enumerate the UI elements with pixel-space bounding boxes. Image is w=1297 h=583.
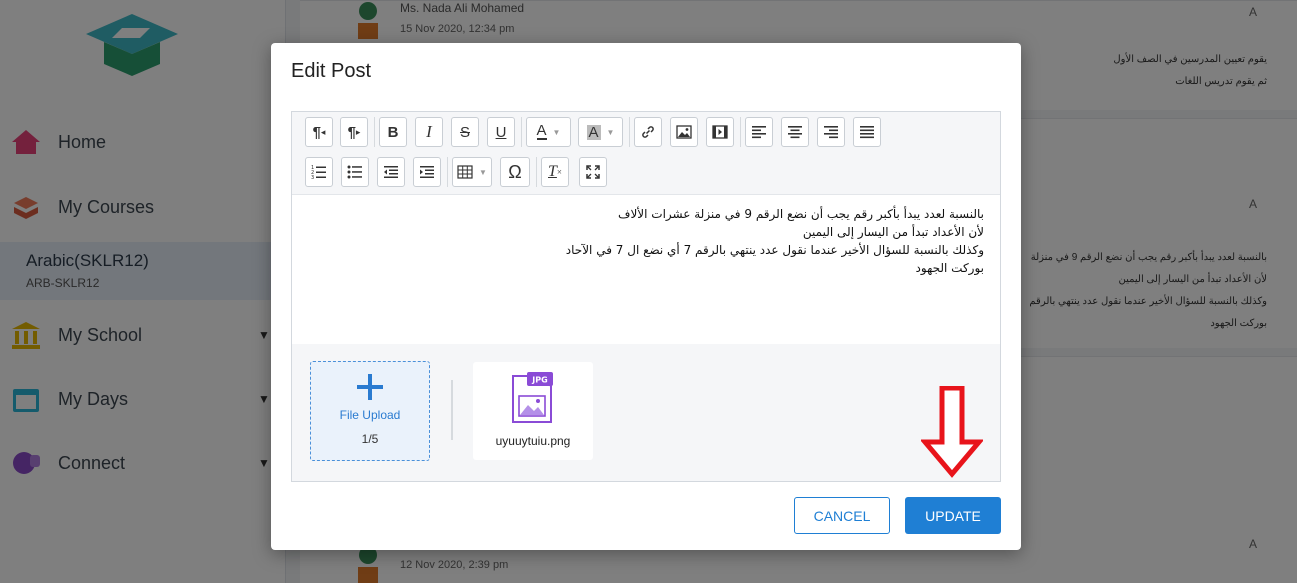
dropdown-caret-icon: ▼: [552, 127, 561, 137]
toolbar-separator: [521, 117, 522, 147]
file-upload-button[interactable]: File Upload 1/5: [310, 361, 430, 461]
toolbar-separator: [536, 157, 537, 187]
dropdown-caret-icon: ▼: [606, 127, 615, 137]
font-color-button[interactable]: A ▼: [526, 117, 571, 147]
toolbar-separator: [629, 117, 630, 147]
editor-toolbar: ¶ ◂ ¶ ▸ B I S U A ▼ A ▼ 1 2 3 ▼ Ω T ×: [292, 112, 1000, 195]
video-icon: [712, 125, 728, 139]
clear-format-icon: T: [548, 163, 557, 180]
align-center-button[interactable]: [781, 117, 809, 147]
italic-button[interactable]: I: [415, 117, 443, 147]
file-type-badge: JPG: [531, 376, 547, 385]
ordered-list-icon: 1 2 3: [311, 165, 326, 180]
underline-icon: U: [495, 123, 507, 141]
file-upload-label: File Upload: [339, 408, 401, 422]
update-button[interactable]: UPDATE: [905, 497, 1001, 534]
insert-table-button[interactable]: ▼: [452, 157, 492, 187]
rtl-paragraph-icon: ¶: [347, 123, 356, 141]
image-file-icon: JPG: [512, 372, 553, 423]
strikethrough-button[interactable]: S: [451, 117, 479, 147]
link-icon: [642, 126, 654, 138]
toolbar-separator: [447, 157, 448, 187]
toolbar-separator: [740, 117, 741, 147]
unordered-list-button[interactable]: [341, 157, 369, 187]
align-justify-button[interactable]: [853, 117, 881, 147]
ltr-paragraph-icon: ¶: [312, 123, 321, 141]
fullscreen-button[interactable]: [579, 157, 607, 187]
rich-text-editor: ¶ ◂ ¶ ▸ B I S U A ▼ A ▼ 1 2 3 ▼ Ω T × با…: [291, 111, 1001, 482]
editor-content-area[interactable]: بالنسبة لعدد يبدأ بأكبر رقم يجب أن نضع ا…: [292, 196, 1000, 344]
font-color-icon: A: [536, 122, 547, 140]
align-left-button[interactable]: [745, 117, 773, 147]
attached-file-name: uyuuytuiu.png: [495, 434, 571, 448]
special-character-button[interactable]: Ω: [500, 157, 530, 187]
ordered-list-button[interactable]: 1 2 3: [305, 157, 333, 187]
italic-icon: I: [426, 122, 432, 141]
file-upload-count: 1/5: [361, 432, 379, 446]
highlight-color-icon: A: [586, 123, 601, 141]
attachments-divider: [451, 380, 453, 440]
align-right-icon: [824, 126, 838, 139]
edit-post-dialog: Edit Post ¶ ◂ ¶ ▸ B I S U A ▼ A ▼ 1 2 3 …: [271, 43, 1021, 550]
red-down-arrow-icon: [921, 386, 983, 478]
insert-video-button[interactable]: [706, 117, 734, 147]
align-justify-icon: [860, 126, 874, 139]
highlight-color-button[interactable]: A ▼: [578, 117, 623, 147]
omega-icon: Ω: [508, 161, 522, 182]
bold-button[interactable]: B: [379, 117, 407, 147]
attachments-area: File Upload 1/5 JPG uyuuytuiu.png: [292, 344, 1000, 481]
content-line: بالنسبة لعدد يبدأ بأكبر رقم يجب أن نضع ا…: [618, 207, 984, 221]
toolbar-separator: [374, 117, 375, 147]
align-center-icon: [788, 126, 802, 139]
clear-formatting-button[interactable]: T ×: [541, 157, 569, 187]
table-icon: [457, 165, 473, 179]
content-line: بوركت الجهود: [915, 261, 984, 275]
fullscreen-icon: [586, 165, 600, 179]
bold-icon: B: [387, 123, 399, 141]
dialog-title: Edit Post: [291, 60, 372, 82]
content-line: وكذلك بالنسبة للسؤال الأخير عندما نقول ع…: [565, 243, 984, 257]
underline-button[interactable]: U: [487, 117, 515, 147]
indent-button[interactable]: [413, 157, 441, 187]
outdent-button[interactable]: [377, 157, 405, 187]
plus-icon: [357, 374, 383, 400]
ltr-paragraph-button[interactable]: ¶ ◂: [305, 117, 333, 147]
attached-file-card[interactable]: JPG uyuuytuiu.png: [473, 362, 593, 460]
insert-link-button[interactable]: [634, 117, 662, 147]
rtl-paragraph-button[interactable]: ¶ ▸: [340, 117, 368, 147]
dropdown-caret-icon: ▼: [479, 167, 487, 177]
outdent-icon: [384, 166, 398, 178]
cancel-button[interactable]: CANCEL: [794, 497, 890, 534]
align-right-button[interactable]: [817, 117, 845, 147]
unordered-list-icon: [347, 165, 362, 179]
strikethrough-icon: S: [459, 123, 470, 141]
insert-image-button[interactable]: [670, 117, 698, 147]
indent-icon: [420, 166, 434, 178]
image-icon: [676, 125, 692, 139]
content-line: لأن الأعداد تبدأ من اليسار إلى اليمين: [802, 225, 984, 239]
align-left-icon: [752, 126, 766, 139]
svg-text:3: 3: [311, 175, 314, 180]
